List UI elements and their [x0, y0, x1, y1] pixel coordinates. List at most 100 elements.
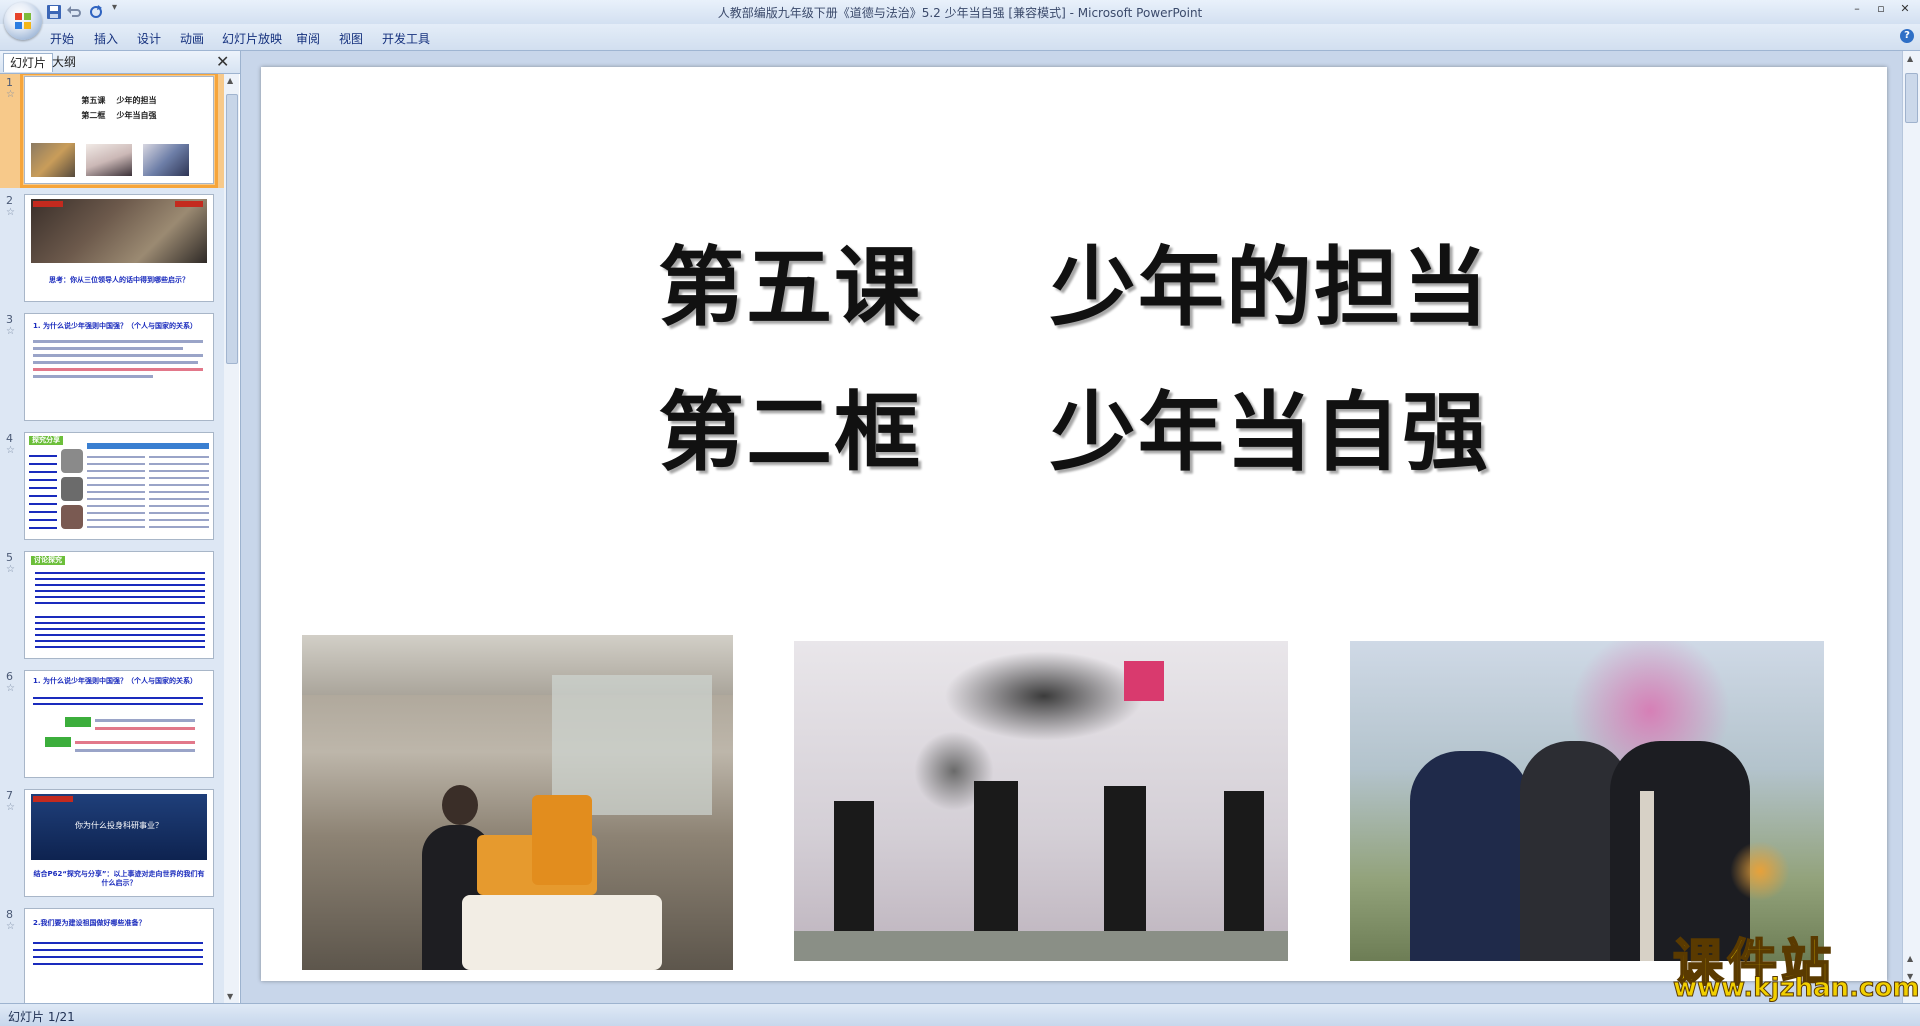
slides-panel: 幻灯片 大纲 ✕ 1 ☆ 第五课 少年的担当 第二框 少年当自强 2 ☆ 思考：…	[0, 51, 241, 1003]
close-panel-icon[interactable]: ✕	[216, 52, 229, 71]
thumb-photo	[143, 144, 189, 176]
slide-number: 8	[6, 908, 13, 921]
thumb-photo	[86, 144, 132, 176]
scrollbar-thumb[interactable]	[226, 94, 238, 364]
office-button[interactable]	[4, 2, 42, 40]
animation-star-icon: ☆	[6, 89, 15, 100]
thumb-text-block	[35, 612, 205, 648]
slide-counter: 幻灯片 1/21	[8, 1010, 75, 1024]
slide-number: 1	[6, 76, 13, 89]
panel-tabs: 幻灯片 大纲 ✕	[0, 51, 240, 74]
tab-view[interactable]: 视图	[339, 30, 363, 47]
tab-insert[interactable]: 插入	[94, 30, 118, 47]
thumb-table-cell	[87, 451, 145, 533]
animation-star-icon: ☆	[6, 207, 15, 218]
slide-thumbnail-8[interactable]: 2.我们要为建设祖国做好哪些准备？	[24, 908, 214, 1003]
thumb-title-1: 第五课 少年的担当	[81, 96, 157, 105]
slide-scrollbar[interactable]: ▲ ▲ ▼	[1902, 51, 1920, 1003]
thumb-portrait	[61, 505, 83, 529]
thumb-text-line	[33, 347, 183, 350]
slide-thumbnail-4[interactable]: 探究分享	[24, 432, 214, 540]
watermark-url: www.kjzhan.com	[1672, 973, 1920, 1004]
thumb-heading: 1. 为什么说少年强则中国强？（个人与国家的关系）	[33, 322, 197, 330]
thumbnail-scrollbar[interactable]: ▲ ▼	[224, 74, 239, 1003]
thumb-heading: 讨论探究	[31, 556, 65, 565]
photo-person	[1104, 786, 1146, 931]
thumb-text-line	[33, 354, 203, 357]
thumb-text-line	[33, 368, 203, 371]
thumb-text-block	[33, 937, 203, 967]
slide-title-line-1[interactable]: 第五课 少年的担当	[261, 217, 1887, 342]
office-logo-icon	[15, 13, 31, 29]
thumb-title-2: 第二框 少年当自强	[81, 111, 157, 120]
status-bar: 幻灯片 1/21	[0, 1003, 1920, 1026]
help-icon[interactable]: ?	[1900, 29, 1914, 43]
thumb-table-header	[87, 443, 209, 449]
animation-star-icon: ☆	[6, 564, 15, 575]
tab-animations[interactable]: 动画	[180, 30, 204, 47]
tab-slideshow[interactable]: 幻灯片放映	[222, 30, 282, 47]
thumb-text-line	[95, 727, 195, 730]
window-title: 人教部编版九年级下册《道德与法治》5.2 少年当自强 [兼容模式] - Micr…	[717, 6, 1203, 20]
thumb-heading: 2.我们要为建设祖国做好哪些准备？	[33, 919, 146, 927]
animation-star-icon: ☆	[6, 683, 15, 694]
slide-thumbnail-5[interactable]: 讨论探究	[24, 551, 214, 659]
photo-competition-stage[interactable]	[794, 641, 1288, 961]
previous-slide-icon[interactable]: ▲	[1907, 954, 1913, 963]
thumb-arrow-box	[45, 737, 71, 747]
photo-windmill	[1730, 841, 1790, 901]
thumb-text-line	[33, 340, 203, 343]
slide-number: 3	[6, 313, 13, 326]
tab-developer[interactable]: 开发工具	[382, 30, 430, 47]
thumb-text-block	[33, 693, 203, 709]
thumb-text-block	[35, 568, 205, 608]
slide-thumbnail-6[interactable]: 1. 为什么说少年强则中国强？（个人与国家的关系）	[24, 670, 214, 778]
minimize-icon[interactable]: –	[1848, 2, 1866, 16]
tab-home[interactable]: 开始	[50, 30, 74, 47]
slide-thumbnail-3[interactable]: 1. 为什么说少年强则中国强？（个人与国家的关系）	[24, 313, 214, 421]
photo-orange-device	[532, 795, 592, 885]
thumb-label-bar	[33, 796, 73, 802]
close-window-icon[interactable]: ✕	[1896, 2, 1914, 16]
thumb-arrow-box	[65, 717, 91, 727]
restore-icon[interactable]: ▫	[1872, 2, 1890, 16]
scroll-down-icon[interactable]: ▼	[227, 992, 233, 1001]
thumb-photo	[31, 143, 75, 177]
thumb-label-bar	[33, 201, 63, 207]
tab-design[interactable]: 设计	[137, 30, 161, 47]
animation-star-icon: ☆	[6, 445, 15, 456]
slide-thumbnail-7[interactable]: 你为什么投身科研事业？ 结合P62“探究与分享”：以上事迹对走向世界的我们有什么…	[24, 789, 214, 897]
photo-students-tree[interactable]	[1350, 641, 1824, 961]
photo-tree-trunk	[1640, 791, 1654, 961]
thumb-portrait	[61, 449, 83, 473]
thumb-video-frame	[31, 199, 207, 263]
scroll-up-icon[interactable]: ▲	[227, 76, 233, 85]
slide-title-line-2[interactable]: 第二框 少年当自强	[261, 362, 1887, 487]
ribbon-tab-bar: 开始 插入 设计 动画 幻灯片放映 审阅 视图 开发工具 ?	[0, 24, 1920, 51]
animation-star-icon: ☆	[6, 802, 15, 813]
animation-star-icon: ☆	[6, 921, 15, 932]
thumb-text-line	[75, 749, 195, 752]
thumb-caption: 结合P62“探究与分享”：以上事迹对走向世界的我们有什么启示？	[33, 870, 205, 887]
thumb-portrait	[61, 477, 83, 501]
thumbnail-list: 1 ☆ 第五课 少年的担当 第二框 少年当自强 2 ☆ 思考：你从三位领导人的话…	[0, 74, 224, 1003]
scrollbar-thumb[interactable]	[1905, 73, 1918, 123]
thumb-text-line	[95, 719, 195, 722]
photo-person-head	[442, 785, 478, 825]
photo-person	[834, 801, 874, 931]
scroll-up-icon[interactable]: ▲	[1907, 54, 1913, 63]
slide-thumbnail-1[interactable]: 第五课 少年的担当 第二框 少年当自强	[20, 74, 218, 188]
thumb-caption: 思考：你从三位领导人的话中得到哪些启示？	[49, 276, 189, 284]
slide-thumbnail-2[interactable]: 思考：你从三位领导人的话中得到哪些启示？	[24, 194, 214, 302]
thumb-text-column	[29, 449, 57, 533]
slide-number: 4	[6, 432, 13, 445]
current-slide[interactable]: 第五课 少年的担当 第二框 少年当自强	[261, 67, 1887, 981]
photo-students-exhibit[interactable]	[302, 635, 733, 970]
slide-number: 6	[6, 670, 13, 683]
photo-red-seal	[1124, 661, 1164, 701]
tab-outline[interactable]: 大纲	[46, 53, 82, 71]
photo-calligraphy	[944, 651, 1144, 741]
tab-review[interactable]: 审阅	[296, 30, 320, 47]
thumb-heading: 探究分享	[29, 436, 63, 445]
thumb-table-cell	[149, 451, 209, 533]
